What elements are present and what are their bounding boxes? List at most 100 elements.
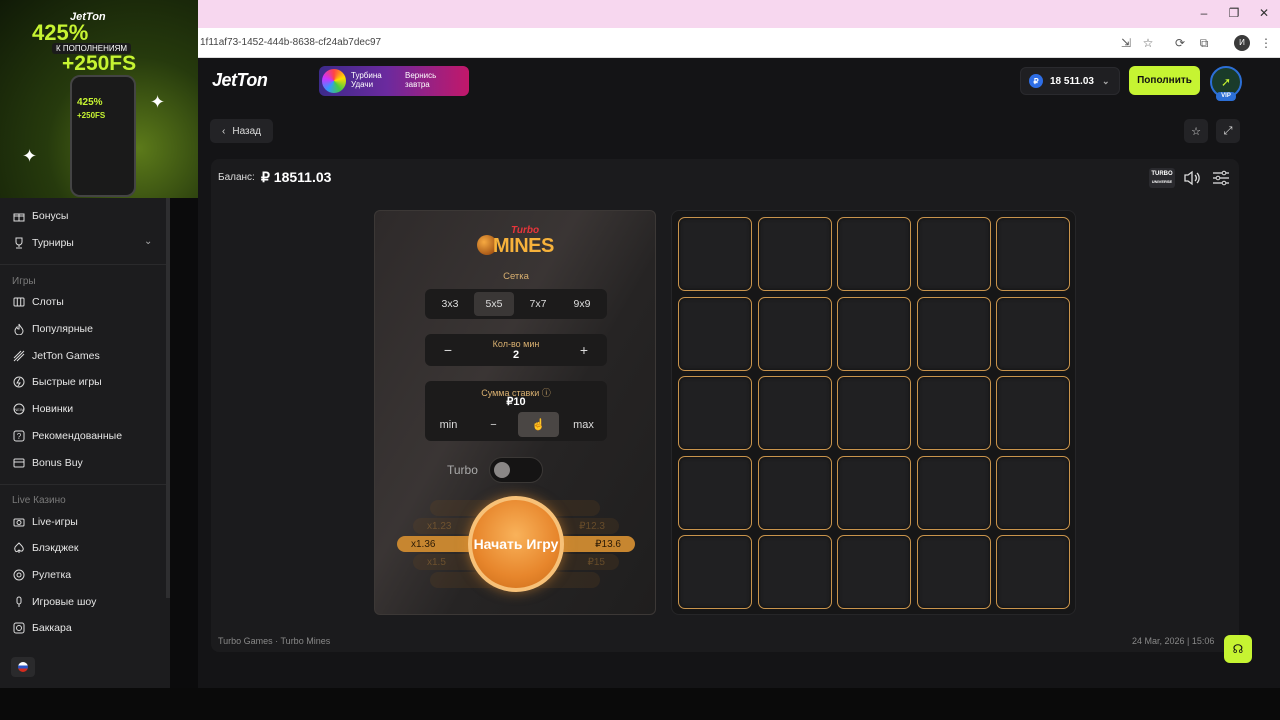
translate-icon[interactable]: ⟳: [1172, 35, 1188, 51]
sidebar-item-roulette[interactable]: Рулетка: [12, 565, 71, 585]
mine-cell[interactable]: [757, 217, 832, 291]
mine-cell[interactable]: [916, 296, 991, 371]
trophy-icon: [12, 236, 26, 250]
install-app-icon[interactable]: ⇲: [1118, 35, 1134, 51]
recommended-icon: ?: [12, 429, 26, 443]
sidebar-item-tournaments[interactable]: Турниры: [12, 233, 74, 253]
mine-cell[interactable]: [916, 376, 991, 450]
mine-cell[interactable]: [678, 376, 752, 450]
mine-cell[interactable]: [837, 296, 911, 371]
game-balance-label: Баланс:: [218, 172, 255, 183]
mine-cell[interactable]: [996, 217, 1070, 291]
multiplier-below: x1.5: [427, 556, 446, 568]
payout-below: ₽15: [587, 556, 606, 568]
settings-sliders-icon[interactable]: [1210, 169, 1232, 187]
grid-option-9x9[interactable]: 9x9: [562, 292, 602, 316]
mines-decrease-button[interactable]: −: [430, 334, 466, 366]
site-logo[interactable]: JetTon: [212, 70, 268, 91]
promo-ad-banner[interactable]: JetTon 425% К ПОПОЛНЕНИЯМ +250FS 425% +2…: [0, 0, 198, 198]
sidebar-scrollbar[interactable]: [166, 198, 170, 598]
sidebar-item-bonuses[interactable]: Бонусы: [12, 206, 68, 226]
bet-max-button[interactable]: max: [563, 412, 604, 437]
menu-dots-icon[interactable]: ⋮: [1258, 35, 1274, 51]
spade-icon: [12, 541, 26, 555]
mine-cell[interactable]: [996, 455, 1070, 530]
divider: [0, 484, 166, 485]
favorite-button[interactable]: ☆: [1184, 119, 1208, 143]
sidebar-item-baccarat[interactable]: Баккара: [12, 618, 72, 638]
mines-control-panel: Turbo MINES Сетка 3x3 5x5 7x7 9x9 − Кол-…: [374, 210, 656, 615]
bookmark-star-icon[interactable]: ☆: [1140, 35, 1156, 51]
minimize-icon[interactable]: –: [1194, 6, 1214, 20]
url-text[interactable]: 1f11af73-1452-444b-8638-cf24ab7dec97: [200, 37, 381, 48]
support-chat-button[interactable]: ☊: [1224, 635, 1252, 663]
fullscreen-button[interactable]: ⤢: [1216, 119, 1240, 143]
sidebar-item-label: Баккара: [32, 622, 72, 634]
chevron-down-icon[interactable]: ⌄: [144, 236, 152, 247]
lucky-turbine-promo[interactable]: Турбина Удачи Вернись завтра: [319, 66, 469, 96]
sidebar-item-popular[interactable]: Популярные: [12, 319, 93, 339]
mine-cell[interactable]: [837, 217, 911, 291]
new-badge-icon: NEW: [12, 402, 26, 416]
mine-cell[interactable]: [916, 455, 991, 530]
restore-icon[interactable]: ❐: [1224, 6, 1244, 20]
sidebar-item-slots[interactable]: Слоты: [12, 292, 64, 312]
grid-option-3x3[interactable]: 3x3: [430, 292, 470, 316]
sidebar-item-new[interactable]: NEW Новинки: [12, 399, 73, 419]
turbo-universe-logo[interactable]: TURBO UNIVERSE: [1149, 168, 1175, 188]
mine-cell[interactable]: [837, 455, 911, 530]
sidebar-item-recommended[interactable]: ? Рекомендованные: [12, 426, 122, 446]
mine-cell[interactable]: [837, 535, 911, 609]
extensions-icon[interactable]: ⧉: [1196, 35, 1212, 51]
deposit-button[interactable]: Пополнить: [1129, 66, 1200, 95]
promo-title: Турбина Удачи: [351, 71, 382, 89]
mine-cell[interactable]: [996, 296, 1070, 371]
divider: [0, 264, 166, 265]
sidebar-item-fast-games[interactable]: Быстрые игры: [12, 372, 102, 392]
bet-increase-button[interactable]: ☝: [518, 412, 559, 437]
sound-icon[interactable]: [1181, 169, 1203, 187]
balance-dropdown[interactable]: ₽ 18 511.03 ⌄: [1020, 67, 1120, 95]
mine-cell[interactable]: [996, 535, 1070, 609]
sidebar-item-game-shows[interactable]: Игровые шоу: [12, 592, 96, 612]
mine-cell[interactable]: [996, 376, 1070, 450]
taskbar: [0, 688, 1280, 720]
mine-cell[interactable]: [678, 455, 752, 530]
close-icon[interactable]: ✕: [1254, 6, 1274, 20]
profile-avatar[interactable]: И: [1234, 35, 1250, 51]
main-content: JetTon Турбина Удачи Вернись завтра ₽ 18…: [198, 58, 1280, 688]
sparkle-icon: ✦: [150, 92, 166, 112]
grid-option-7x7[interactable]: 7x7: [518, 292, 558, 316]
sidebar-item-jetton-games[interactable]: JetTon Games: [12, 346, 100, 366]
mine-cell[interactable]: [916, 535, 991, 609]
mine-cell[interactable]: [678, 535, 752, 609]
mine-cell[interactable]: [757, 296, 832, 371]
language-selector[interactable]: [11, 657, 35, 677]
start-game-button[interactable]: Начать Игру: [468, 496, 564, 592]
address-bar[interactable]: 1f11af73-1452-444b-8638-cf24ab7dec97 ⇲ ☆…: [198, 28, 1280, 58]
bet-decrease-button[interactable]: −: [473, 412, 514, 437]
turbo-toggle[interactable]: [489, 457, 543, 483]
sidebar-item-bonus-buy[interactable]: Bonus Buy: [12, 453, 83, 473]
browser-titlebar: – ❐ ✕: [198, 0, 1280, 28]
mine-cell[interactable]: [757, 535, 832, 609]
mine-cell[interactable]: [678, 217, 752, 291]
mines-count-stepper: − Кол-во мин 2 +: [425, 334, 607, 366]
mine-cell[interactable]: [757, 376, 832, 450]
mine-cell[interactable]: [757, 455, 832, 530]
roulette-icon: [12, 568, 26, 582]
chip-icon: [12, 621, 26, 635]
mine-cell[interactable]: [837, 376, 911, 450]
mines-increase-button[interactable]: +: [566, 334, 602, 366]
mines-count-value: 2: [512, 349, 520, 361]
sidebar-item-blackjack[interactable]: Блэкджек: [12, 538, 78, 558]
mine-cell[interactable]: [678, 296, 752, 371]
sidebar-item-live-games[interactable]: Live-игры: [12, 512, 78, 532]
svg-text:NEW: NEW: [14, 407, 24, 412]
bet-min-button[interactable]: min: [428, 412, 469, 437]
back-button[interactable]: ‹ Назад: [210, 119, 273, 143]
grid-option-5x5[interactable]: 5x5: [474, 292, 514, 316]
mine-cell[interactable]: [916, 217, 991, 291]
game-balance-value: ₽ 18511.03: [261, 169, 332, 185]
slots-icon: [12, 295, 26, 309]
